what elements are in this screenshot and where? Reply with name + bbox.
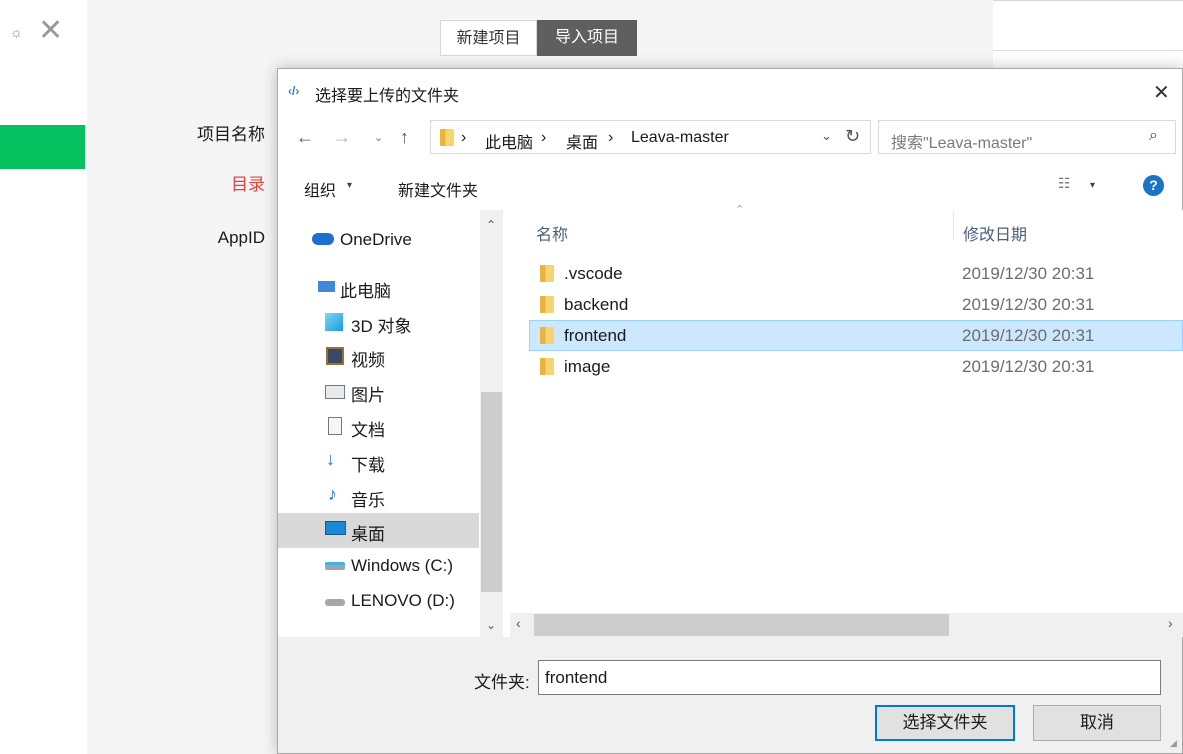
nav-item-music[interactable]: 音乐 [351, 486, 385, 511]
sort-ascending-icon: ⌃ [735, 204, 745, 216]
nav-item-3d-objects[interactable]: 3D 对象 [351, 312, 411, 337]
list-item[interactable]: image 2019/12/30 20:31 [530, 352, 1180, 383]
active-nav-highlight[interactable] [0, 125, 85, 169]
nav-scrollbar-thumb[interactable] [481, 392, 502, 592]
folder-label: 文件夹: [474, 673, 530, 692]
folder-icon [540, 296, 554, 313]
scroll-down-icon[interactable]: ⌄ [486, 618, 496, 632]
forward-arrow-icon[interactable]: → [333, 127, 351, 148]
nav-item-videos[interactable]: 视频 [351, 346, 385, 371]
cloud-icon [312, 233, 334, 245]
nav-item-drive-c[interactable]: Windows (C:) [351, 556, 453, 576]
caret-down-icon[interactable]: ▾ [347, 180, 352, 191]
tab-new-project[interactable]: 新建项目 [440, 20, 537, 56]
breadcrumb-separator: › [541, 129, 547, 146]
nav-item-this-pc[interactable]: 此电脑 [340, 277, 391, 302]
nav-item-downloads[interactable]: 下载 [351, 451, 385, 476]
back-arrow-icon[interactable]: ← [296, 127, 314, 148]
nav-item-documents[interactable]: 文档 [351, 416, 385, 441]
drive-icon [325, 599, 345, 606]
close-icon[interactable]: ✕ [1153, 80, 1170, 105]
caret-down-icon[interactable]: ▾ [1090, 180, 1095, 191]
file-name: backend [564, 295, 629, 314]
cancel-button[interactable]: 取消 [1033, 705, 1161, 741]
divider [993, 50, 1183, 51]
organize-menu[interactable]: 组织 [304, 177, 336, 201]
cube-icon [325, 313, 343, 331]
breadcrumb-this-pc[interactable]: 此电脑 [485, 129, 533, 153]
folder-icon [540, 265, 554, 282]
folder-icon [540, 358, 554, 375]
scroll-right-icon[interactable]: › [1168, 615, 1173, 631]
directory-label: 目录 [231, 175, 265, 194]
folder-name-field[interactable] [538, 660, 1161, 695]
list-item[interactable]: frontend 2019/12/30 20:31 [530, 321, 1180, 352]
file-date: 2019/12/30 20:31 [962, 295, 1095, 314]
list-item[interactable]: backend 2019/12/30 20:31 [530, 290, 1180, 321]
column-header-name[interactable]: 名称 [536, 221, 568, 245]
folder-icon [440, 129, 454, 146]
column-divider[interactable] [953, 212, 954, 240]
document-icon [328, 417, 342, 435]
search-input[interactable]: 搜索"Leava-master" ⌕ [878, 120, 1176, 154]
picture-icon [325, 385, 345, 399]
chevron-down-icon[interactable]: ⌄ [821, 128, 832, 144]
up-arrow-icon[interactable]: ↑ [400, 127, 409, 148]
file-date: 2019/12/30 20:31 [962, 326, 1095, 345]
computer-icon [318, 281, 335, 292]
video-icon [326, 347, 344, 365]
dialog-title: 选择要上传的文件夹 [315, 88, 460, 105]
nav-item-drive-d[interactable]: LENOVO (D:) [351, 591, 455, 611]
list-item[interactable]: .vscode 2019/12/30 20:31 [530, 259, 1180, 290]
app-icon: ‹/› [288, 84, 300, 98]
breadcrumb-separator: › [608, 129, 614, 146]
resize-grip-icon[interactable]: ◢ [1170, 738, 1177, 749]
breadcrumb-desktop[interactable]: 桌面 [566, 129, 598, 153]
file-name: .vscode [564, 264, 623, 283]
desktop-icon [325, 521, 346, 535]
view-options-icon[interactable]: ☷ [1058, 175, 1071, 192]
download-icon: ↓ [326, 449, 335, 469]
left-panel: ☼ ✕ [0, 0, 87, 754]
project-name-label: 项目名称 [197, 125, 265, 144]
refresh-icon[interactable]: ↻ [845, 126, 860, 147]
tab-import-project[interactable]: 导入项目 [537, 20, 637, 56]
search-placeholder: 搜索"Leava-master" [891, 135, 1033, 152]
help-icon[interactable]: ? [1143, 175, 1164, 196]
select-folder-button[interactable]: 选择文件夹 [875, 705, 1015, 741]
nav-item-pictures[interactable]: 图片 [351, 381, 385, 406]
chevron-down-icon[interactable]: ⌄ [374, 131, 383, 144]
horizontal-scrollbar-thumb[interactable] [534, 614, 949, 636]
nav-item-desktop[interactable]: 桌面 [351, 520, 385, 545]
folder-icon [540, 327, 554, 344]
address-bar[interactable]: › 此电脑 › 桌面 › Leava-master ⌄ ↻ [430, 120, 871, 154]
file-date: 2019/12/30 20:31 [962, 357, 1095, 376]
breadcrumb-leava-master[interactable]: Leava-master [631, 129, 729, 147]
column-header-modified[interactable]: 修改日期 [963, 221, 1027, 245]
nav-item-onedrive[interactable]: OneDrive [340, 230, 412, 250]
scroll-up-icon[interactable]: ⌃ [486, 218, 496, 232]
settings-icon[interactable]: ☼ [10, 24, 23, 40]
appid-label: AppID [217, 228, 265, 247]
search-icon[interactable]: ⌕ [1149, 127, 1158, 145]
breadcrumb-separator: › [461, 129, 467, 146]
scroll-left-icon[interactable]: ‹ [516, 615, 521, 631]
file-date: 2019/12/30 20:31 [962, 264, 1095, 283]
close-icon[interactable]: ✕ [38, 14, 63, 48]
new-folder-button[interactable]: 新建文件夹 [398, 177, 478, 201]
music-icon: ♪ [328, 484, 337, 504]
file-name: frontend [564, 326, 627, 345]
drive-icon [325, 562, 345, 570]
file-name: image [564, 357, 611, 376]
